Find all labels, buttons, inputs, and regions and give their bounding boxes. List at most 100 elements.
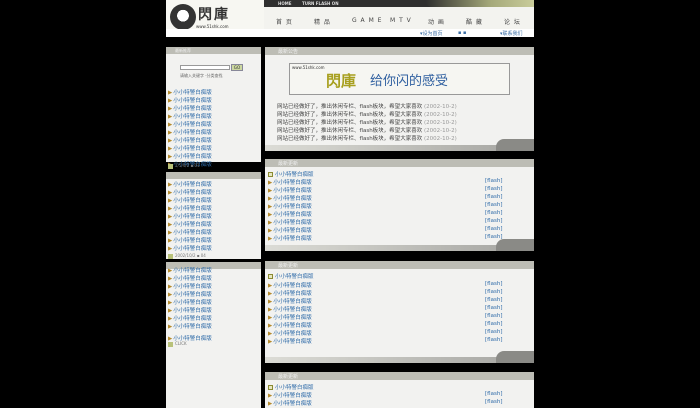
list-item[interactable]: ▶小小特警白痴版 xyxy=(168,152,212,160)
list-item[interactable]: ▶小小特警白痴版 xyxy=(168,104,212,112)
banner-slogan: 给你闪的感受 xyxy=(370,74,449,89)
list-item[interactable]: ▶小小特警白痴版 xyxy=(168,196,212,204)
nav-mtv[interactable]: M T V xyxy=(390,17,412,24)
list-item[interactable]: ▶小小特警白痴版 xyxy=(268,202,312,210)
list-item[interactable]: ▶小小特警白痴版 xyxy=(168,274,212,282)
nav-forum[interactable]: 论 坛 xyxy=(504,17,521,26)
list-item[interactable]: ▶小小特警白痴版 xyxy=(268,210,312,218)
list-item[interactable]: ▶小小特警白痴版 xyxy=(168,128,212,136)
list-item[interactable]: ▶小小特警白痴版 xyxy=(168,136,212,144)
list-item[interactable]: ▶小小特警白痴版 xyxy=(168,144,212,152)
flash-toggle-link[interactable]: TURN FLASH ON xyxy=(302,1,339,6)
list-item[interactable]: ▶小小特警白痴版 xyxy=(268,321,312,329)
site-banner[interactable]: www.51shk.com 閃庫 给你闪的感受 xyxy=(289,63,510,95)
panda-logo-icon xyxy=(170,4,196,30)
flash-tag[interactable]: [flash] xyxy=(485,321,502,327)
list-item[interactable]: ▶小小特警白痴版 xyxy=(168,204,212,212)
flash-tag[interactable]: [flash] xyxy=(485,186,502,192)
contact-us-link[interactable]: ▾联系我们 xyxy=(500,30,523,37)
list-item[interactable]: ▶小小特警白痴版 xyxy=(168,220,212,228)
list-item[interactable]: ▶小小特警白痴版 xyxy=(168,112,212,120)
list-item[interactable]: ▶小小特警白痴版 xyxy=(168,266,212,274)
search-button[interactable]: GO xyxy=(231,64,243,71)
nav-featured[interactable]: 精 品 xyxy=(314,17,331,26)
list-item[interactable]: ▶小小特警白痴版 xyxy=(268,329,312,337)
list-item[interactable]: ▶小小特警白痴版 xyxy=(168,282,212,290)
panel-footer: 1/5/4/2 ▪ 01 xyxy=(168,163,200,169)
list-item[interactable]: ▶小小特警白痴版 xyxy=(168,228,212,236)
panel-header-label: 最新推荐 xyxy=(175,48,191,53)
list-item[interactable]: ▶小小特警白痴版 xyxy=(268,297,312,305)
set-homepage-link[interactable]: ▾设为首页 xyxy=(420,30,443,37)
panel-bottom xyxy=(265,357,534,363)
home-link[interactable]: HOME xyxy=(278,1,291,6)
list-item[interactable]: ▶小小特警白痴版 xyxy=(268,234,312,242)
list-item[interactable]: ▶小小特警白痴版 xyxy=(168,322,212,330)
list-item[interactable]: ▶小小特警白痴版 xyxy=(168,314,212,322)
list-item[interactable]: ▶小小特警白痴版 xyxy=(168,298,212,306)
section-title[interactable]: 小小特警白痴版 xyxy=(268,383,314,391)
list-item[interactable]: ▶小小特警白痴版 xyxy=(268,399,312,407)
news-item[interactable]: 网站已经做好了，推出休闲专栏、flash板块，希望大家喜欢 (2002-10-2… xyxy=(277,134,457,142)
flash-tag[interactable]: [flash] xyxy=(485,194,502,200)
panel-bottom xyxy=(265,145,534,151)
list-item[interactable]: ▶小小特警白痴版 xyxy=(268,337,312,345)
section-title[interactable]: 小小特警白痴版 xyxy=(268,272,314,280)
list-item[interactable]: ▶小小特警白痴版 xyxy=(168,96,212,104)
flash-tag[interactable]: [flash] xyxy=(485,226,502,232)
news-item[interactable]: 网站已经做好了，推出休闲专栏、flash板块，希望大家喜欢 (2002-10-2… xyxy=(277,110,457,118)
flash-tag[interactable]: [flash] xyxy=(485,202,502,208)
search-hint: 请输入关键字 ·分类查找 xyxy=(180,73,223,78)
list-item[interactable]: ▶小小特警白痴版 xyxy=(268,305,312,313)
list-item[interactable]: ▶小小特警白痴版 xyxy=(168,236,212,244)
panel-header: 最新更新 xyxy=(265,159,534,167)
list-item[interactable]: ▶小小特警白痴版 xyxy=(168,180,212,188)
search-input[interactable] xyxy=(180,65,230,70)
list-item[interactable]: ▶小小特警白痴版 xyxy=(268,186,312,194)
news-item[interactable]: 网站已经做好了，推出休闲专栏、flash板块，希望大家喜欢 (2002-10-2… xyxy=(277,126,457,134)
list-item[interactable]: ▶小小特警白痴版 xyxy=(168,120,212,128)
list-item[interactable]: ▶小小特警白痴版 xyxy=(168,88,212,96)
flash-tag[interactable]: [flash] xyxy=(485,329,502,335)
flash-tag[interactable]: [flash] xyxy=(485,399,502,405)
list-item[interactable]: ▶小小特警白痴版 xyxy=(268,226,312,234)
flash-tag[interactable]: [flash] xyxy=(485,391,502,397)
nav-game[interactable]: G A M E xyxy=(352,17,382,24)
list-item[interactable]: ▶小小特警白痴版 xyxy=(168,188,212,196)
flash-tag[interactable]: [flash] xyxy=(485,305,502,311)
flash-tag[interactable]: [flash] xyxy=(485,281,502,287)
nav-animation[interactable]: 动 画 xyxy=(428,17,445,26)
logo-text: 閃庫 xyxy=(198,7,230,23)
flash-tag[interactable]: [flash] xyxy=(485,297,502,303)
news-item[interactable]: 网站已经做好了，推出休闲专栏、flash板块，希望大家喜欢 (2002-10-2… xyxy=(277,102,457,110)
list-item[interactable]: ▶小小特警白痴版 xyxy=(268,391,312,399)
flash-tag[interactable]: [flash] xyxy=(485,178,502,184)
list-item[interactable]: ▶小小特警白痴版 xyxy=(168,212,212,220)
flash-tag[interactable]: [flash] xyxy=(485,337,502,343)
panel-header: 最新推荐 xyxy=(166,47,261,54)
panel-footer: CLICK xyxy=(168,341,187,347)
list-item[interactable]: ▶小小特警白痴版 xyxy=(268,178,312,186)
list-item[interactable]: ▶小小特警白痴版 xyxy=(168,244,212,252)
flash-tag[interactable]: [flash] xyxy=(485,313,502,319)
list-item[interactable]: ▶小小特警白痴版 xyxy=(168,290,212,298)
flash-tag[interactable]: [flash] xyxy=(485,210,502,216)
flash-tag[interactable]: [flash] xyxy=(485,234,502,240)
list-item[interactable]: ▶小小特警白痴版 xyxy=(268,281,312,289)
list-item[interactable]: ▶小小特警白痴版 xyxy=(268,313,312,321)
list-item[interactable]: ▶小小特警白痴版 xyxy=(268,194,312,202)
flash-tag[interactable]: [flash] xyxy=(485,218,502,224)
list-item[interactable]: ▶小小特警白痴版 xyxy=(268,289,312,297)
nav-home[interactable]: 首 页 xyxy=(276,17,293,26)
panel-header: 最新更新 xyxy=(265,372,534,380)
panel-corner xyxy=(496,239,534,251)
flash-tag[interactable]: [flash] xyxy=(485,289,502,295)
news-item[interactable]: 网站已经做好了，推出休闲专栏、flash板块，希望大家喜欢 (2002-10-2… xyxy=(277,118,457,126)
panel-corner xyxy=(496,351,534,363)
panel-corner xyxy=(496,139,534,151)
nav-collection[interactable]: 酷 藏 xyxy=(466,17,483,26)
section-title[interactable]: 小小特警白痴版 xyxy=(268,170,314,178)
list-item[interactable]: ▶小小特警白痴版 xyxy=(168,306,212,314)
banner-url: www.51shk.com xyxy=(292,65,325,70)
list-item[interactable]: ▶小小特警白痴版 xyxy=(268,218,312,226)
